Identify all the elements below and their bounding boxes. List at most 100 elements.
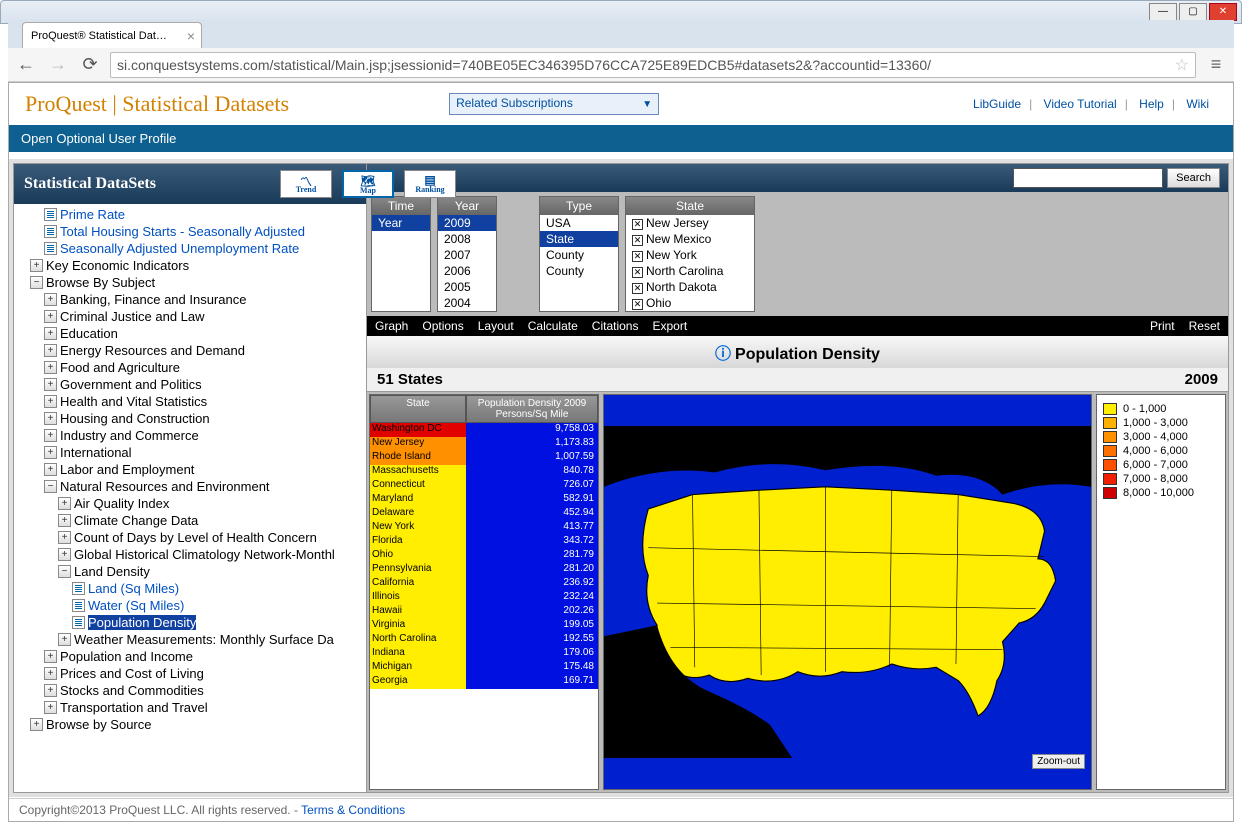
tree-item[interactable]: +Air Quality Index [16, 495, 364, 512]
tree-item[interactable]: +Population and Income [16, 648, 364, 665]
window-maximize[interactable]: ▢ [1179, 3, 1207, 21]
selector-item[interactable]: 2006 [438, 263, 496, 279]
table-row[interactable]: Massachusetts840.78 [370, 465, 598, 479]
selector-item[interactable]: ✕New York [626, 247, 754, 263]
tree-item[interactable]: +Transportation and Travel [16, 699, 364, 716]
menu-graph[interactable]: Graph [375, 319, 408, 333]
expand-icon[interactable]: + [44, 412, 57, 425]
bookmark-icon[interactable]: ☆ [1175, 55, 1189, 75]
tree-item[interactable]: +Food and Agriculture [16, 359, 364, 376]
table-row[interactable]: Indiana179.06 [370, 647, 598, 661]
table-row[interactable]: Hawaii202.26 [370, 605, 598, 619]
search-input[interactable] [1013, 168, 1163, 188]
tree-item[interactable]: −Land Density [16, 563, 364, 580]
selector-state[interactable]: State✕New Jersey✕New Mexico✕New York✕Nor… [625, 196, 755, 312]
link-help[interactable]: Help [1139, 97, 1164, 111]
table-row[interactable]: Connecticut726.07 [370, 479, 598, 493]
table-row[interactable]: Virginia199.05 [370, 619, 598, 633]
tree-item[interactable]: +Housing and Construction [16, 410, 364, 427]
tree-item[interactable]: +Energy Resources and Demand [16, 342, 364, 359]
window-minimize[interactable]: — [1149, 3, 1177, 21]
selector-year[interactable]: Year200920082007200620052004 [437, 196, 497, 312]
expand-icon[interactable]: + [44, 361, 57, 374]
expand-icon[interactable]: + [44, 327, 57, 340]
expand-icon[interactable]: + [30, 259, 43, 272]
table-row[interactable]: Maryland582.91 [370, 493, 598, 507]
tree-item[interactable]: Water (Sq Miles) [16, 597, 364, 614]
tree-item[interactable]: +Key Economic Indicators [16, 257, 364, 274]
tree-item[interactable]: +Health and Vital Statistics [16, 393, 364, 410]
table-row[interactable]: Illinois232.24 [370, 591, 598, 605]
link-wiki[interactable]: Wiki [1186, 97, 1209, 111]
selector-item[interactable]: ✕North Carolina [626, 263, 754, 279]
selector-item[interactable]: 2005 [438, 279, 496, 295]
menu-export[interactable]: Export [652, 319, 687, 333]
url-input[interactable]: si.conquestsystems.com/statistical/Main.… [110, 52, 1196, 78]
reload-button[interactable]: ⟳ [78, 53, 102, 77]
selector-type[interactable]: TypeUSAStateCountyCounty [539, 196, 619, 312]
table-row[interactable]: Pennsylvania281.20 [370, 563, 598, 577]
data-table[interactable]: StatePopulation Density 2009Persons/Sq M… [369, 394, 599, 790]
user-profile-bar[interactable]: Open Optional User Profile [9, 125, 1233, 152]
tree-item[interactable]: +Criminal Justice and Law [16, 308, 364, 325]
expand-icon[interactable]: + [44, 395, 57, 408]
expand-icon[interactable]: + [44, 293, 57, 306]
terms-link[interactable]: Terms & Conditions [301, 803, 405, 817]
tree-item[interactable]: +Count of Days by Level of Health Concer… [16, 529, 364, 546]
tree-item[interactable]: Population Density [16, 614, 364, 631]
tree-item[interactable]: +Climate Change Data [16, 512, 364, 529]
selector-item[interactable]: 2008 [438, 231, 496, 247]
selector-item[interactable]: USA [540, 215, 618, 231]
expand-icon[interactable]: + [58, 514, 71, 527]
tree-item[interactable]: +Banking, Finance and Insurance [16, 291, 364, 308]
selector-item[interactable]: ✕New Jersey [626, 215, 754, 231]
tree-item[interactable]: −Browse By Subject [16, 274, 364, 291]
menu-reset[interactable]: Reset [1189, 319, 1220, 333]
expand-icon[interactable]: + [44, 701, 57, 714]
expand-icon[interactable]: + [44, 446, 57, 459]
info-icon[interactable]: ⓘ [715, 346, 731, 363]
tree-item[interactable]: +Weather Measurements: Monthly Surface D… [16, 631, 364, 648]
table-row[interactable]: Delaware452.94 [370, 507, 598, 521]
selector-item[interactable]: County [540, 247, 618, 263]
expand-icon[interactable]: + [30, 718, 43, 731]
tree-item[interactable]: +Industry and Commerce [16, 427, 364, 444]
forward-button[interactable]: → [46, 53, 70, 77]
table-row[interactable]: New Jersey1,173.83 [370, 437, 598, 451]
mode-ranking[interactable]: ▤Ranking [404, 170, 456, 198]
expand-icon[interactable]: + [44, 310, 57, 323]
table-row[interactable]: North Carolina192.55 [370, 633, 598, 647]
expand-icon[interactable]: − [30, 276, 43, 289]
expand-icon[interactable]: + [44, 684, 57, 697]
tree-item[interactable]: +Stocks and Commodities [16, 682, 364, 699]
selector-item[interactable]: 2009 [438, 215, 496, 231]
tree-item[interactable]: +Browse by Source [16, 716, 364, 733]
table-row[interactable]: Georgia169.71 [370, 675, 598, 689]
selector-time[interactable]: TimeYear [371, 196, 431, 312]
link-video[interactable]: Video Tutorial [1044, 97, 1117, 111]
expand-icon[interactable]: + [58, 531, 71, 544]
expand-icon[interactable]: + [58, 548, 71, 561]
selector-item[interactable]: ✕North Dakota [626, 279, 754, 295]
tree-item[interactable]: +Government and Politics [16, 376, 364, 393]
menu-layout[interactable]: Layout [478, 319, 514, 333]
selector-item[interactable]: ✕Ohio [626, 295, 754, 311]
expand-icon[interactable]: + [44, 463, 57, 476]
table-row[interactable]: Ohio281.79 [370, 549, 598, 563]
tree-item[interactable]: +Prices and Cost of Living [16, 665, 364, 682]
tree-item[interactable]: +Education [16, 325, 364, 342]
selector-item[interactable]: County [540, 263, 618, 279]
expand-icon[interactable]: + [58, 633, 71, 646]
selector-item[interactable]: ✕New Mexico [626, 231, 754, 247]
link-libguide[interactable]: LibGuide [973, 97, 1021, 111]
dataset-tree[interactable]: Prime RateTotal Housing Starts - Seasona… [14, 204, 366, 792]
selector-item[interactable]: Year [372, 215, 430, 231]
tree-item[interactable]: −Natural Resources and Environment [16, 478, 364, 495]
tree-item[interactable]: +Global Historical Climatology Network-M… [16, 546, 364, 563]
selector-item[interactable]: 2004 [438, 295, 496, 311]
expand-icon[interactable]: + [44, 650, 57, 663]
table-row[interactable]: New York413.77 [370, 521, 598, 535]
expand-icon[interactable]: + [44, 344, 57, 357]
expand-icon[interactable]: + [44, 378, 57, 391]
menu-print[interactable]: Print [1150, 319, 1175, 333]
